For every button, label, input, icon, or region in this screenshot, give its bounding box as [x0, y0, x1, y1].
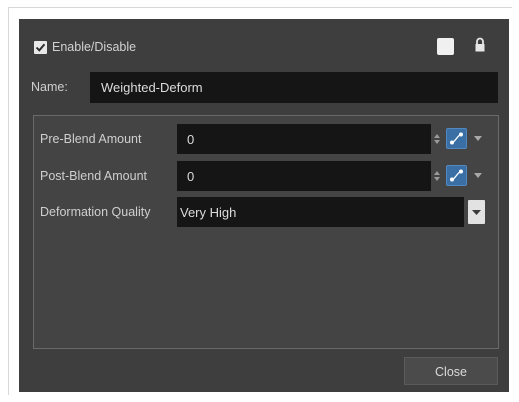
window-frame: Enable/Disable Name: Pre-Blend Amount: [0, 0, 519, 402]
function-curve-button[interactable]: [446, 128, 467, 149]
spinner-icon[interactable]: [434, 134, 440, 144]
name-input[interactable]: [90, 72, 498, 103]
close-button[interactable]: Close: [404, 357, 498, 385]
dropdown-arrow-icon[interactable]: [474, 173, 482, 178]
lock-icon[interactable]: [473, 36, 487, 54]
pre-blend-row: Pre-Blend Amount: [34, 124, 498, 154]
layer-color-swatch[interactable]: [437, 38, 454, 55]
chevron-down-icon: [472, 210, 481, 215]
spinner-icon[interactable]: [434, 171, 440, 181]
properties-panel: Pre-Blend Amount Pos: [33, 115, 499, 349]
frame-border-top: [8, 7, 512, 8]
post-blend-row: Post-Blend Amount: [34, 161, 498, 191]
deformation-quality-value: Very High: [180, 205, 237, 220]
enable-disable-toggle[interactable]: Enable/Disable: [34, 39, 136, 55]
pre-blend-input[interactable]: [177, 124, 431, 154]
post-blend-label: Post-Blend Amount: [40, 169, 148, 183]
dropdown-arrow-icon[interactable]: [474, 136, 482, 141]
enable-label: Enable/Disable: [52, 40, 137, 54]
name-label: Name:: [31, 80, 68, 94]
deformation-quality-label: Deformation Quality: [40, 205, 151, 219]
enable-checkbox[interactable]: [34, 40, 47, 54]
function-curve-button[interactable]: [446, 165, 467, 186]
function-curve-icon: [450, 169, 463, 182]
function-curve-icon: [450, 132, 463, 145]
post-blend-input[interactable]: [177, 161, 431, 191]
select-dropdown-button[interactable]: [468, 200, 485, 224]
deformation-quality-select[interactable]: Very High: [177, 197, 485, 227]
layer-properties-dialog: Enable/Disable Name: Pre-Blend Amount: [19, 19, 509, 392]
checkmark-icon: [35, 43, 46, 52]
deformation-quality-row: Deformation Quality Very High: [34, 197, 498, 227]
pre-blend-label: Pre-Blend Amount: [40, 132, 142, 146]
frame-border-left: [8, 7, 9, 395]
